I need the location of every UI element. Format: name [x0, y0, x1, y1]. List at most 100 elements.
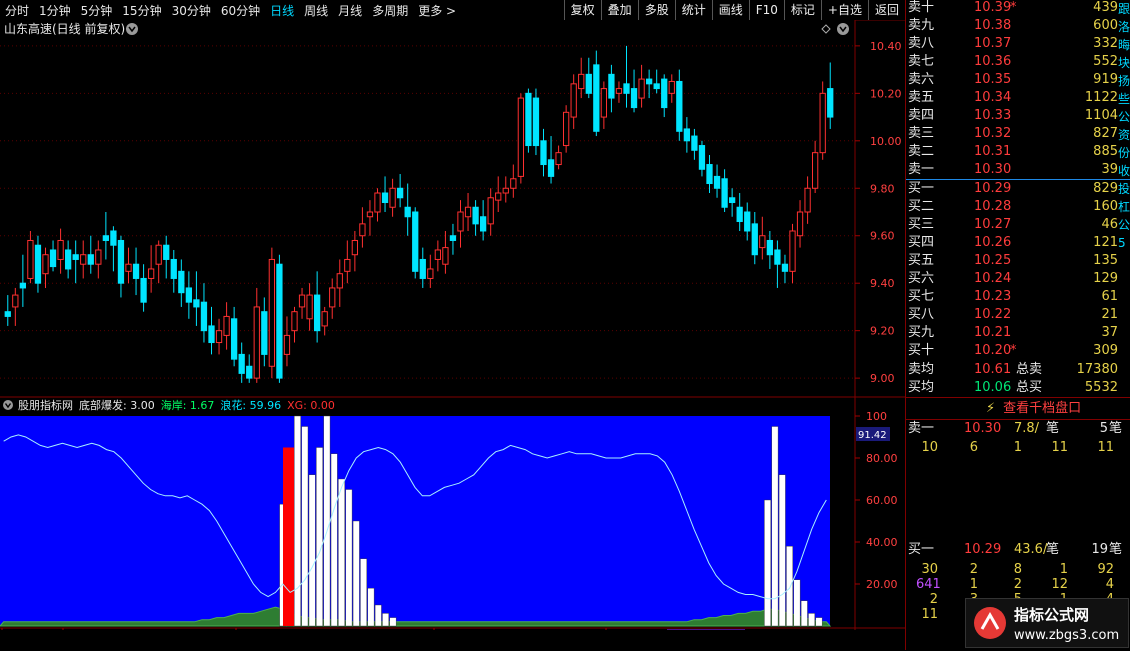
indicator-value-label: XG: 0.00: [287, 399, 335, 412]
candle-body: [261, 311, 268, 355]
ask-price: 10.39: [974, 0, 1012, 15]
ask-row: 卖一 10.30 39: [906, 161, 1130, 179]
ask-price: 10.37: [974, 36, 1012, 51]
tool-button[interactable]: 多股: [637, 0, 675, 20]
burst-bar: [771, 426, 779, 627]
candle-body: [713, 175, 721, 189]
edge-char: 跟: [1118, 2, 1130, 16]
tool-button[interactable]: 返回: [867, 0, 905, 20]
bid-level-label: 买二: [908, 199, 935, 214]
ask1-count: 5: [1099, 421, 1108, 436]
view-thousand-label: 查看千档盘口: [1003, 401, 1082, 416]
period-tab[interactable]: 5分钟: [76, 2, 118, 19]
bid-level-label: 买八: [908, 307, 935, 322]
candle-body: [600, 88, 608, 118]
candle-body: [653, 83, 660, 90]
period-tab[interactable]: 30分钟: [167, 2, 216, 19]
period-tab[interactable]: 分时: [0, 2, 34, 19]
candle-body: [336, 273, 343, 289]
bid-volume: 135: [1093, 253, 1118, 268]
indicator-menu-icon[interactable]: [3, 400, 13, 410]
queue-order: 11: [1097, 440, 1114, 455]
ask-level-label: 卖八: [908, 36, 935, 51]
ask-level-label: 卖二: [908, 144, 935, 159]
ask-level-label: 卖五: [908, 90, 935, 105]
bid-volume: 37: [1101, 325, 1118, 340]
period-tab[interactable]: 15分钟: [117, 2, 166, 19]
edge-char: 块: [1118, 56, 1130, 70]
edge-char: 5: [1118, 236, 1126, 250]
bid-volume: 129: [1093, 271, 1118, 286]
bid-price: 10.28: [974, 199, 1012, 214]
tool-button[interactable]: +自选: [820, 0, 868, 20]
burst-bar: [764, 499, 771, 627]
candle-body: [268, 258, 276, 367]
kline-chart[interactable]: 10.40 10.20 10.00 9.80 9.60 9.40 9.20 9.00 山东高速…: [0, 20, 905, 645]
candle-body: [110, 230, 117, 246]
bid-level-label: 买七: [908, 289, 935, 304]
burst-bar: [316, 447, 323, 627]
candle-body: [412, 211, 419, 272]
candle-body: [562, 111, 570, 147]
period-tab[interactable]: 1分钟: [34, 2, 76, 19]
period-tab[interactable]: 更多 >: [413, 2, 461, 19]
bid-row: 买九 10.21 37: [906, 324, 1130, 342]
candle-body: [291, 311, 298, 332]
tool-button[interactable]: 统计: [674, 0, 712, 20]
ask-volume: 919: [1093, 72, 1118, 87]
total-sell: 17380: [1076, 362, 1118, 377]
period-tab[interactable]: 60分钟: [216, 2, 265, 19]
queue-order: 1: [1013, 440, 1022, 455]
candle-body: [321, 311, 328, 327]
edge-char: 杠: [1118, 200, 1130, 214]
candle-body: [623, 83, 630, 94]
tool-button[interactable]: 叠加: [600, 0, 638, 20]
tool-button[interactable]: 标记: [783, 0, 821, 20]
candle-body: [298, 294, 306, 308]
bid1-count: 19: [1091, 542, 1108, 557]
avg-buy-row: 买均 10.06 总买 5532: [906, 379, 1130, 397]
ask-price: 10.36: [974, 54, 1012, 69]
bid-level-label: 买四: [908, 235, 935, 250]
candle-body: [495, 192, 502, 201]
view-thousand-button[interactable]: ⚡ 查看千档盘口: [986, 400, 1126, 418]
period-tab[interactable]: 月线: [333, 2, 367, 19]
period-tab[interactable]: 周线: [299, 2, 333, 19]
candle-body: [87, 254, 94, 265]
candle-body: [238, 353, 245, 374]
bid-volume: 309: [1093, 343, 1118, 358]
tool-button[interactable]: F10: [748, 0, 784, 20]
ask-level-label: 卖四: [908, 108, 935, 123]
burst-bar: [352, 520, 360, 627]
ask1-queue-row: 10 6 1 11 11: [906, 439, 1130, 457]
indicator-value-label: 海岸: 1.67: [161, 398, 215, 412]
ask-volume: 552: [1093, 54, 1118, 69]
chevron-down-icon[interactable]: [126, 23, 138, 35]
candle-body: [404, 206, 411, 218]
bid-level-label: 买九: [908, 325, 935, 340]
candle-body: [819, 92, 826, 154]
y-tick-label: 9.00: [870, 372, 895, 385]
tool-button[interactable]: 复权: [563, 0, 601, 20]
candle-body: [811, 152, 819, 189]
ask-volume: 827: [1093, 126, 1118, 141]
period-tab[interactable]: 多周期: [367, 2, 413, 19]
ask-level-label: 卖九: [908, 18, 935, 33]
ask1-detail-row: 卖一 10.30 7.8/笔 5 笔: [906, 420, 1130, 438]
tool-buttons: 复权 叠加 多股 统计 画线 F10 标记 +自选 返回: [563, 0, 905, 20]
chart-menu-icon[interactable]: [837, 23, 849, 35]
candle-body: [683, 128, 691, 142]
candle-body: [547, 159, 555, 177]
candle-body: [487, 197, 494, 225]
ask-level-label: 卖七: [908, 54, 935, 69]
ask-row: 卖五 10.34 1122: [906, 89, 1130, 107]
candle-body: [532, 97, 540, 147]
bid-level-label: 买十: [908, 343, 935, 358]
candle-body: [706, 164, 713, 185]
candle-body: [42, 254, 49, 275]
candle-body: [502, 187, 509, 194]
bid-row: 买七 10.23 61: [906, 288, 1130, 306]
period-tab[interactable]: 日线: [265, 2, 299, 19]
tool-button[interactable]: 画线: [711, 0, 749, 20]
candle-body: [170, 258, 177, 279]
